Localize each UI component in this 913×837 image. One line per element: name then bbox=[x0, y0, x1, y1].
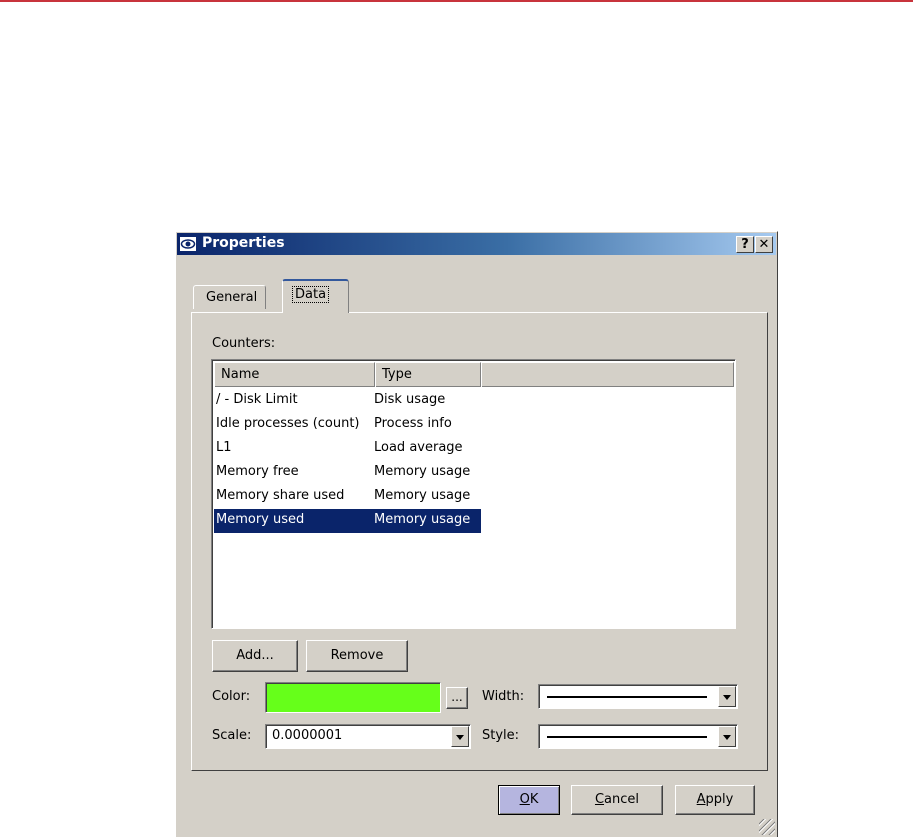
table-row[interactable]: Memory used Memory usage bbox=[214, 509, 481, 533]
table-row[interactable]: Memory share used Memory usage bbox=[214, 485, 481, 509]
remove-button[interactable]: Remove bbox=[306, 640, 408, 672]
counters-list[interactable]: Name Type / - Disk Limit Disk usage Idle p… bbox=[211, 359, 736, 629]
style-label: Style: bbox=[482, 728, 520, 743]
help-button[interactable]: ? bbox=[736, 236, 754, 253]
column-header-type[interactable]: Type bbox=[375, 362, 481, 387]
column-header-name[interactable]: Name bbox=[214, 362, 375, 387]
tab-general[interactable]: General bbox=[193, 285, 266, 309]
scale-label: Scale: bbox=[212, 728, 252, 743]
style-line-preview bbox=[547, 736, 707, 738]
width-line-preview bbox=[547, 696, 707, 698]
counter-name: Idle processes (count) bbox=[216, 416, 360, 431]
counter-name: Memory share used bbox=[216, 488, 345, 503]
counter-name: Memory used bbox=[216, 512, 305, 527]
counter-type: Process info bbox=[374, 416, 452, 431]
counter-type: Memory usage bbox=[374, 488, 471, 503]
counter-type: Load average bbox=[374, 440, 463, 455]
chevron-down-icon[interactable] bbox=[718, 686, 736, 707]
tab-data-label: Data bbox=[292, 286, 330, 303]
counter-name: / - Disk Limit bbox=[216, 392, 298, 407]
table-row[interactable]: Memory free Memory usage bbox=[214, 461, 481, 485]
title-bar[interactable]: Properties ? ✕ bbox=[177, 233, 776, 255]
tab-data[interactable]: Data bbox=[282, 279, 349, 313]
list-header: Name Type bbox=[214, 362, 734, 387]
ok-button[interactable]: OK bbox=[498, 785, 560, 815]
scale-value: 0.0000001 bbox=[272, 728, 343, 743]
color-picker-button[interactable]: ... bbox=[446, 687, 468, 709]
color-swatch[interactable] bbox=[265, 682, 441, 713]
style-select[interactable] bbox=[538, 724, 738, 749]
counters-label: Counters: bbox=[212, 336, 276, 351]
top-rule bbox=[0, 0, 913, 2]
chevron-down-icon[interactable] bbox=[718, 726, 736, 747]
eye-icon bbox=[180, 237, 196, 251]
column-header-filler bbox=[481, 362, 734, 387]
add-button[interactable]: Add... bbox=[212, 640, 298, 672]
tab-general-label: General bbox=[206, 290, 258, 305]
cancel-button[interactable]: Cancel bbox=[571, 785, 663, 815]
color-label: Color: bbox=[212, 689, 251, 704]
width-select[interactable] bbox=[538, 684, 738, 709]
scale-select[interactable]: 0.0000001 bbox=[265, 724, 471, 749]
properties-dialog: Properties ? ✕ General Data Counters: Na… bbox=[175, 231, 778, 837]
apply-button[interactable]: Apply bbox=[675, 785, 755, 815]
counter-type: Memory usage bbox=[374, 464, 471, 479]
cancel-mnemonic: C bbox=[594, 792, 605, 807]
counter-type: Memory usage bbox=[374, 512, 471, 527]
counter-type: Disk usage bbox=[374, 392, 446, 407]
apply-label-rest: pply bbox=[705, 792, 734, 807]
table-row[interactable]: / - Disk Limit Disk usage bbox=[214, 389, 481, 413]
resize-grip[interactable] bbox=[759, 819, 775, 835]
table-row[interactable]: Idle processes (count) Process info bbox=[214, 413, 481, 437]
chevron-down-icon[interactable] bbox=[451, 726, 469, 747]
cancel-label-rest: ancel bbox=[604, 792, 640, 807]
width-label: Width: bbox=[482, 689, 525, 704]
dialog-title: Properties bbox=[202, 235, 285, 251]
table-row[interactable]: L1 Load average bbox=[214, 437, 481, 461]
apply-mnemonic: A bbox=[696, 792, 706, 807]
counter-name: Memory free bbox=[216, 464, 299, 479]
counter-name: L1 bbox=[216, 440, 232, 455]
ok-mnemonic: O bbox=[519, 792, 530, 807]
close-button[interactable]: ✕ bbox=[755, 236, 773, 253]
ok-label-rest: K bbox=[529, 792, 539, 807]
